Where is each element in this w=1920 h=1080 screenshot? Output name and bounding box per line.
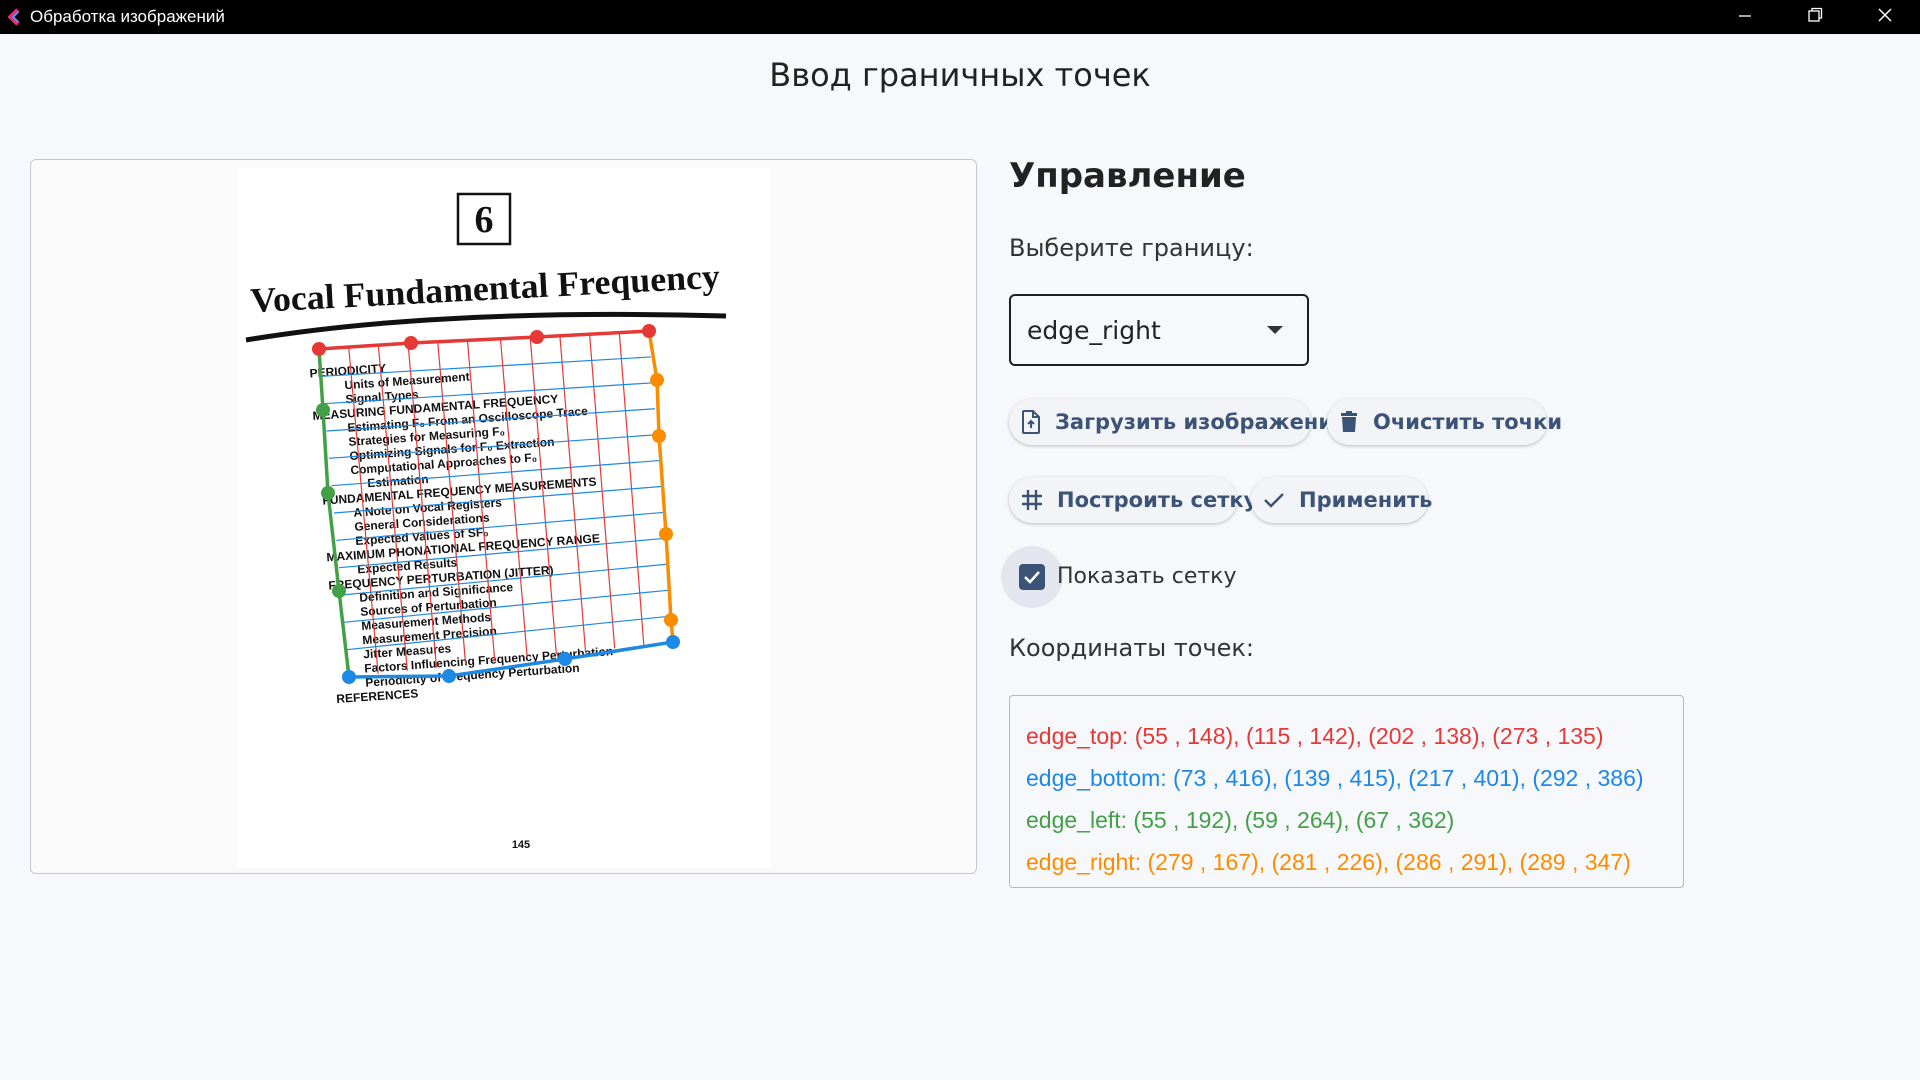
image-panel: 6 Vocal Fundamental Frequency PERIODICIT…: [30, 159, 977, 874]
controls-title: Управление: [1009, 156, 1246, 196]
load-image-label: Загрузить изображение: [1055, 410, 1348, 434]
edge-top-point[interactable]: [404, 336, 418, 350]
build-grid-label: Построить сетку: [1057, 488, 1258, 512]
clear-points-label: Очистить точки: [1373, 410, 1563, 434]
chevron-down-icon: [1267, 326, 1283, 334]
apply-label: Применить: [1299, 488, 1433, 512]
minimize-icon: [1738, 8, 1752, 27]
check-icon: [1263, 488, 1285, 512]
coordinates-label: Координаты точек:: [1009, 634, 1254, 662]
edge-right-point[interactable]: [652, 429, 666, 443]
restore-button[interactable]: [1780, 0, 1850, 34]
edge-left-point[interactable]: [316, 403, 330, 417]
window-title: Обработка изображений: [30, 7, 225, 26]
edge-bottom-point[interactable]: [558, 652, 572, 666]
edge-select-value: edge_right: [1027, 315, 1161, 345]
minimize-button[interactable]: [1710, 0, 1780, 34]
file-upload-icon: [1021, 410, 1041, 434]
edge-bottom-point[interactable]: [342, 670, 356, 684]
trash-icon: [1339, 410, 1359, 434]
edge-top-point[interactable]: [312, 342, 326, 356]
edge-bottom-point[interactable]: [442, 669, 456, 683]
edge-top-point[interactable]: [530, 330, 544, 344]
document-footer-number: 145: [512, 839, 530, 851]
edge-right-point[interactable]: [659, 527, 673, 541]
close-icon: [1877, 7, 1893, 27]
coordinates-box: edge_top: (55 , 148), (115 , 142), (202 …: [1009, 695, 1684, 888]
coords-edge-top: edge_top: (55 , 148), (115 , 142), (202 …: [1026, 723, 1604, 749]
app-icon: [6, 7, 26, 27]
show-grid-label: Показать сетку: [1057, 564, 1237, 589]
page-number: 6: [475, 199, 494, 241]
document-canvas[interactable]: 6 Vocal Fundamental Frequency PERIODICIT…: [238, 168, 770, 868]
page-title: Ввод граничных точек: [769, 56, 1151, 94]
choose-edge-label: Выберите границу:: [1009, 234, 1254, 262]
edge-right-point[interactable]: [650, 373, 664, 387]
grid-icon: [1021, 488, 1043, 512]
coords-edge-bottom: edge_bottom: (73 , 416), (139 , 415), (2…: [1026, 765, 1644, 791]
edge-bottom-point[interactable]: [666, 635, 680, 649]
close-button[interactable]: [1850, 0, 1920, 34]
load-image-button[interactable]: Загрузить изображение: [1009, 399, 1347, 445]
edge-left-point[interactable]: [332, 584, 346, 598]
apply-button[interactable]: Применить: [1251, 477, 1432, 523]
checkbox-checked-icon: [1019, 564, 1045, 590]
show-grid-checkbox[interactable]: [1001, 546, 1063, 608]
edge-right-point[interactable]: [664, 613, 678, 627]
build-grid-button[interactable]: Построить сетку: [1009, 477, 1257, 523]
coords-edge-left: edge_left: (55 , 192), (59 , 264), (67 ,…: [1026, 807, 1455, 833]
edge-top-point[interactable]: [642, 324, 656, 338]
clear-points-button[interactable]: Очистить точки: [1327, 399, 1562, 445]
edge-left-point[interactable]: [321, 486, 335, 500]
restore-icon: [1807, 7, 1823, 27]
edge-select[interactable]: edge_right: [1009, 294, 1309, 366]
window-titlebar: Обработка изображений: [0, 0, 1920, 34]
coords-edge-right: edge_right: (279 , 167), (281 , 226), (2…: [1026, 849, 1631, 875]
